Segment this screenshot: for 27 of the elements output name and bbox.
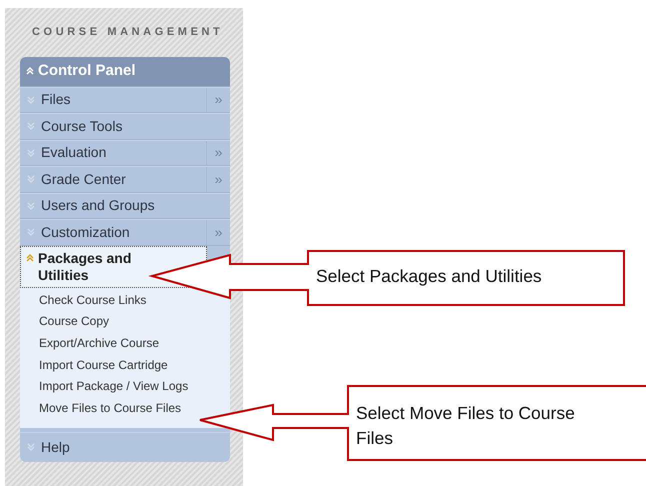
chevron-icon — [27, 228, 35, 236]
arrow-glyph: » — [206, 220, 230, 244]
submenu-link[interactable]: Check Course Links — [20, 290, 230, 312]
submenu-link[interactable]: Course Copy — [20, 311, 230, 333]
arrow-glyph: » — [206, 88, 230, 112]
chevron-icon — [27, 202, 35, 210]
submenu-link[interactable]: Move Files to Course Files — [20, 398, 230, 420]
menu-item[interactable]: Course Tools — [20, 113, 230, 140]
callout-text: Select Move Files to Course Files — [356, 402, 576, 450]
arrow-glyph: » — [206, 167, 230, 192]
chevron-icon — [27, 122, 35, 130]
menu-item[interactable]: Grade Center » — [20, 166, 230, 192]
menu-item[interactable]: Evaluation » — [20, 140, 230, 166]
menu-item[interactable]: Files » — [20, 86, 230, 113]
chevron-icon — [26, 254, 34, 262]
chevron-icon — [27, 96, 35, 104]
chevron-icon — [27, 443, 35, 452]
section-heading: COURSE MANAGEMENT — [32, 25, 224, 40]
submenu-link[interactable]: Import Course Cartridge — [20, 354, 230, 376]
menu-item[interactable]: Help — [20, 432, 230, 462]
chevron-icon — [27, 175, 35, 184]
arrow-glyph: » — [206, 140, 230, 165]
callout-text: Select Packages and Utilities — [316, 265, 543, 288]
submenu-link[interactable]: Import Package / View Logs — [20, 376, 230, 398]
menu-item[interactable]: Users and Groups — [20, 192, 230, 219]
submenu-link[interactable]: Export/Archive Course — [20, 332, 230, 355]
chevron-icon — [27, 148, 35, 157]
